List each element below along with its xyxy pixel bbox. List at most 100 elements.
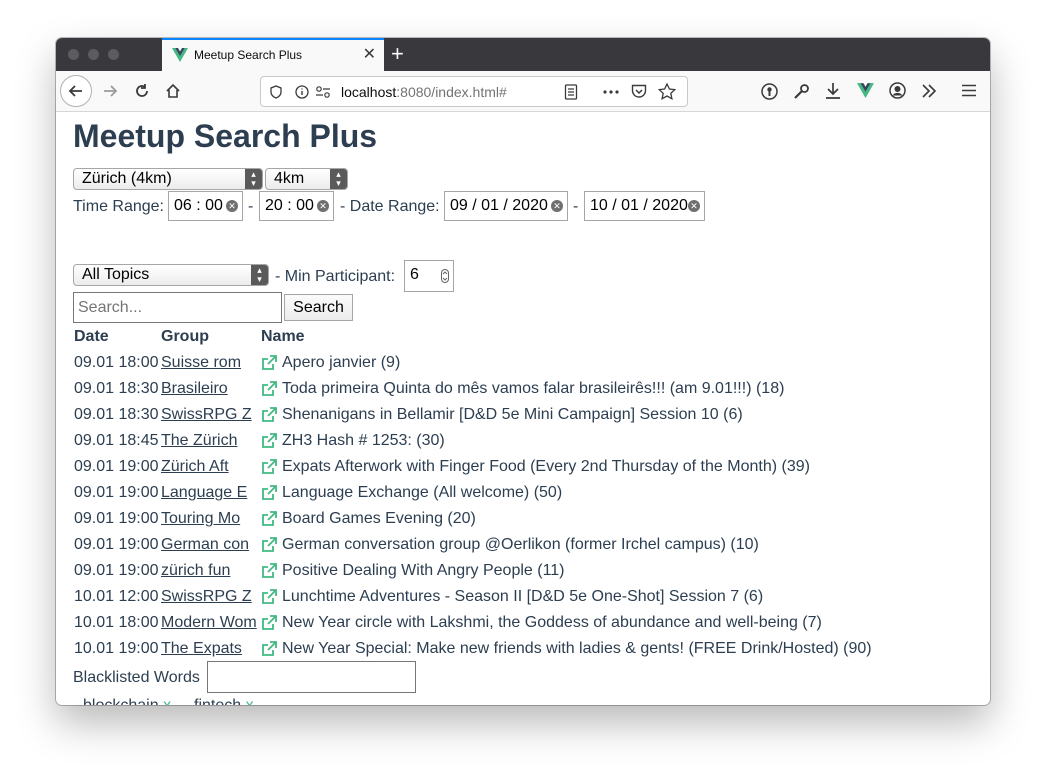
- event-group-link[interactable]: Brasileiro: [161, 380, 259, 398]
- search-button[interactable]: Search: [284, 294, 353, 321]
- external-link-icon[interactable]: [261, 537, 277, 553]
- event-group-link[interactable]: Modern Wom: [161, 614, 259, 632]
- vue-devtools-icon[interactable]: [857, 83, 874, 98]
- vue-logo-icon: [172, 48, 188, 62]
- event-group-link[interactable]: Language E: [161, 484, 259, 502]
- time-from-value: 06 : 00: [174, 197, 223, 214]
- event-date: 09.01 19:00: [74, 510, 159, 527]
- column-header-name: Name: [261, 328, 305, 345]
- event-date: 09.01 18:30: [74, 380, 159, 397]
- column-header-group: Group: [161, 328, 209, 345]
- tab-meetup-search-plus[interactable]: Meetup Search Plus ✕: [162, 38, 384, 71]
- stepper-icon[interactable]: [441, 269, 449, 283]
- downloads-icon[interactable]: [825, 82, 841, 100]
- column-header-date: Date: [74, 328, 109, 345]
- url-host: localhost: [341, 84, 397, 100]
- back-button[interactable]: [60, 75, 92, 107]
- event-group-link[interactable]: Touring Mo: [161, 510, 259, 528]
- close-window-dot[interactable]: [68, 49, 79, 60]
- password-manager-icon[interactable]: [761, 83, 778, 100]
- page-actions-icon[interactable]: [603, 90, 619, 94]
- external-link-icon[interactable]: [261, 407, 277, 423]
- url-path: :8080/index.html#: [396, 84, 507, 100]
- navigation-bar: localhost:8080/index.html#: [56, 71, 990, 112]
- event-name: Expats Afterwork with Finger Food (Every…: [282, 458, 810, 475]
- tab-strip: Meetup Search Plus ✕ +: [56, 38, 990, 71]
- topic-value: All Topics: [82, 266, 150, 283]
- external-link-icon[interactable]: [261, 433, 277, 449]
- external-link-icon[interactable]: [261, 641, 277, 657]
- clear-icon[interactable]: ✕: [226, 200, 238, 212]
- permissions-icon[interactable]: [315, 85, 331, 99]
- remove-tag-button[interactable]: x: [246, 697, 254, 705]
- external-link-icon[interactable]: [261, 485, 277, 501]
- tab-title: Meetup Search Plus: [194, 48, 303, 62]
- event-name: Toda primeira Quinta do mês vamos falar …: [282, 380, 785, 397]
- event-group-link[interactable]: The Zürich: [161, 432, 259, 450]
- forward-button[interactable]: [96, 77, 124, 105]
- reload-button[interactable]: [128, 77, 156, 105]
- clear-icon[interactable]: ✕: [317, 200, 329, 212]
- info-icon[interactable]: [295, 85, 309, 99]
- browser-window: Meetup Search Plus ✕ + localhost:8080/in…: [56, 38, 990, 705]
- table-row: 10.01 12:00 SwissRPG Z Lunchtime Adventure…: [73, 588, 973, 614]
- event-date: 09.01 19:00: [74, 458, 159, 475]
- pocket-icon[interactable]: [631, 84, 647, 99]
- radius-select[interactable]: 4km ▴ ▾: [265, 168, 348, 190]
- url-text[interactable]: localhost:8080/index.html#: [341, 84, 507, 100]
- time-from-input[interactable]: 06 : 00 ✕: [168, 191, 243, 221]
- event-name: New Year Special: Make new friends with …: [282, 640, 872, 657]
- table-row: 09.01 19:00 zürich fun Positive Dealing Wi…: [73, 562, 973, 588]
- event-date: 10.01 19:00: [74, 640, 159, 657]
- date-separator: -: [573, 198, 579, 215]
- url-bar[interactable]: localhost:8080/index.html#: [260, 76, 688, 107]
- external-link-icon[interactable]: [261, 589, 277, 605]
- event-date: 10.01 18:00: [74, 614, 159, 631]
- event-group-link[interactable]: German con: [161, 536, 259, 554]
- external-link-icon[interactable]: [261, 615, 277, 631]
- new-tab-button[interactable]: +: [391, 40, 404, 68]
- clear-icon[interactable]: ✕: [551, 200, 563, 212]
- hamburger-menu-icon[interactable]: [962, 84, 976, 97]
- tab-close-icon[interactable]: ✕: [363, 45, 376, 65]
- table-row: 09.01 19:00 Language E Language Exchange (…: [73, 484, 973, 510]
- event-date: 09.01 19:00: [74, 484, 159, 501]
- reader-view-icon[interactable]: [564, 84, 578, 100]
- external-link-icon[interactable]: [261, 563, 277, 579]
- table-row: 09.01 19:00 Zürich Aft Expats Afterwork wi…: [73, 458, 973, 484]
- search-input[interactable]: Search...: [73, 292, 282, 323]
- event-group-link[interactable]: SwissRPG Z: [161, 406, 259, 424]
- shield-icon[interactable]: [269, 85, 283, 99]
- blacklist-input[interactable]: [207, 661, 416, 693]
- date-from-input[interactable]: 09 / 01 / 2020 ✕: [444, 191, 568, 221]
- event-name: Positive Dealing With Angry People (11): [282, 562, 565, 579]
- event-group-link[interactable]: zürich fun: [161, 562, 259, 580]
- event-group-link[interactable]: Zürich Aft: [161, 458, 259, 476]
- minimize-window-dot[interactable]: [88, 49, 99, 60]
- overflow-chevron-icon[interactable]: [921, 84, 937, 98]
- external-link-icon[interactable]: [261, 511, 277, 527]
- time-range-label: Time Range:: [73, 198, 164, 215]
- forward-arrow-icon: [104, 85, 118, 97]
- location-select[interactable]: Zürich (4km) ▴ ▾: [73, 168, 263, 190]
- event-group-link[interactable]: The Expats: [161, 640, 259, 658]
- external-link-icon[interactable]: [261, 381, 277, 397]
- event-group-link[interactable]: Suisse rom: [161, 354, 259, 372]
- zoom-window-dot[interactable]: [108, 49, 119, 60]
- time-to-input[interactable]: 20 : 00 ✕: [259, 191, 334, 221]
- home-button[interactable]: [159, 77, 187, 105]
- bookmark-star-icon[interactable]: [658, 83, 676, 100]
- clear-icon[interactable]: ✕: [688, 200, 700, 212]
- min-participant-input[interactable]: 6: [404, 260, 454, 292]
- topic-select[interactable]: All Topics ▴ ▾: [73, 264, 269, 286]
- remove-tag-button[interactable]: x: [163, 697, 171, 705]
- home-icon: [166, 83, 180, 98]
- developer-tools-icon[interactable]: [793, 83, 810, 100]
- external-link-icon[interactable]: [261, 355, 277, 371]
- event-group-link[interactable]: SwissRPG Z: [161, 588, 259, 606]
- blacklist-tag: blockchain x: [83, 697, 171, 705]
- date-from-value: 09 / 01 / 2020: [450, 197, 548, 214]
- date-to-input[interactable]: 10 / 01 / 2020 ✕: [584, 191, 705, 221]
- account-icon[interactable]: [889, 82, 906, 99]
- external-link-icon[interactable]: [261, 459, 277, 475]
